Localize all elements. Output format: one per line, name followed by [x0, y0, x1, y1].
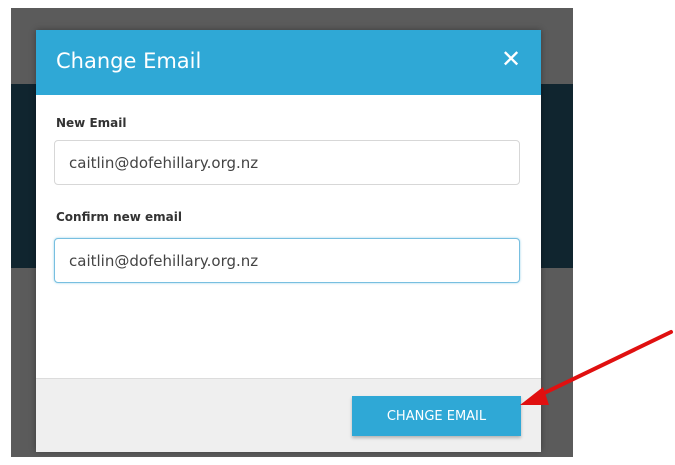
red-arrow-annotation [520, 330, 673, 405]
arrow-head [520, 387, 549, 405]
arrow-shaft [534, 330, 673, 399]
